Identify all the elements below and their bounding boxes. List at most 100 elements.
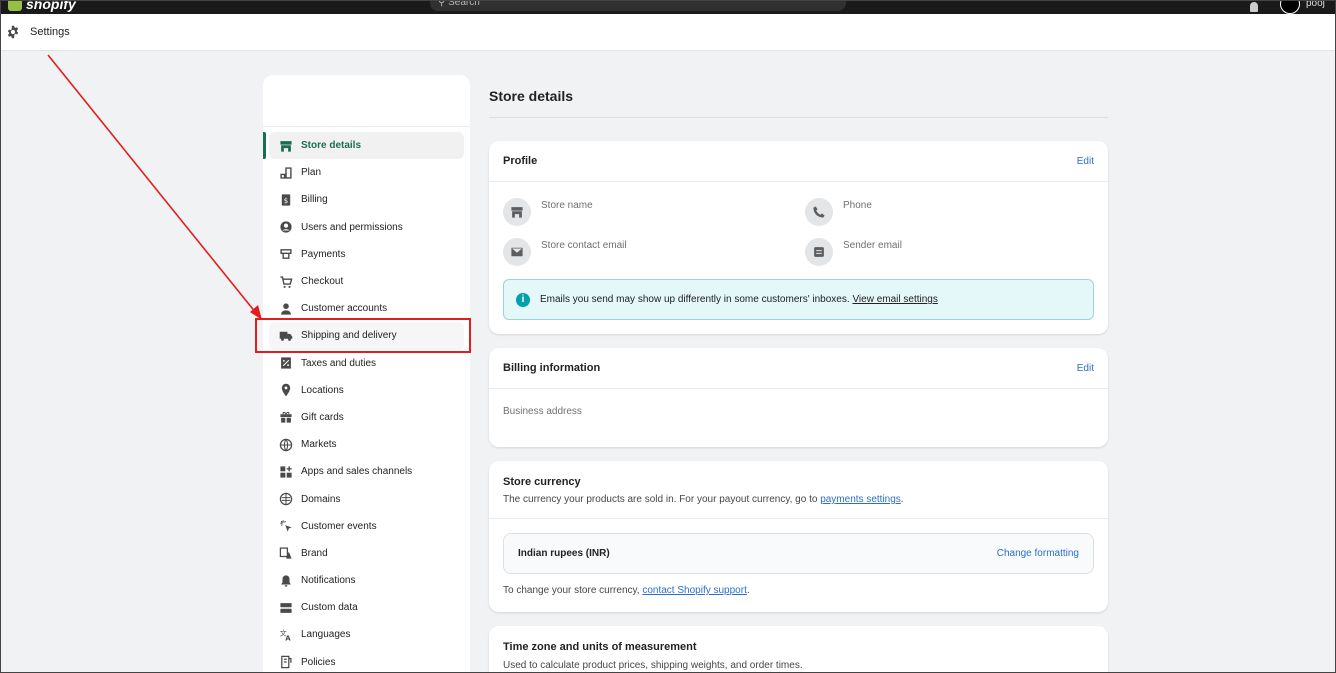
phone-icon [805, 198, 833, 226]
nav-item-customer-events[interactable]: Customer events [269, 513, 464, 540]
nav-item-notifications[interactable]: Notifications [269, 567, 464, 594]
currency-value: Indian rupees (INR) [518, 548, 610, 559]
nav-label: Billing [301, 194, 328, 206]
billing-edit-link[interactable]: Edit [1077, 363, 1094, 374]
cursor-sparkle-icon [279, 519, 293, 533]
timezone-card: Time zone and units of measurement Used … [489, 626, 1108, 673]
nav-label: Locations [301, 384, 344, 396]
nav-item-payments[interactable]: Payments [269, 241, 464, 268]
nav-item-brand[interactable]: Brand [269, 540, 464, 567]
change-formatting-button[interactable]: Change formatting [997, 548, 1079, 559]
contact-email-label: Store contact email [541, 240, 627, 251]
nav-label: Store details [301, 140, 362, 152]
currency-footer-suffix: . [746, 585, 750, 596]
search-placeholder: Search [448, 0, 480, 8]
nav-item-users-and-permissions[interactable]: Users and permissions [269, 214, 464, 241]
nav-label: Apps and sales channels [301, 466, 413, 478]
nav-item-apps-and-sales-channels[interactable]: Apps and sales channels [269, 458, 464, 485]
billing-icon: $ [279, 193, 293, 207]
nav-item-store-details[interactable]: Store details [263, 132, 464, 160]
view-email-settings-link[interactable]: View email settings [852, 294, 937, 305]
nav-item-billing[interactable]: $ Billing [269, 186, 464, 213]
settings-nav-header [263, 75, 470, 127]
nav-item-locations[interactable]: Locations [269, 377, 464, 404]
bell-icon [279, 574, 293, 588]
settings-nav: Store details Plan $ Billing Users and p… [263, 75, 470, 673]
info-icon: i [516, 292, 530, 307]
currency-desc-text: The currency your products are sold in. … [503, 494, 818, 505]
nav-item-plan[interactable]: Plan [269, 159, 464, 186]
bell-icon[interactable] [1250, 2, 1258, 12]
annotation-highlight-box [255, 318, 471, 353]
svg-text:$: $ [284, 197, 288, 205]
email-info-banner: i Emails you send may show up differentl… [503, 279, 1094, 320]
nav-item-policies[interactable]: Policies [269, 649, 464, 673]
contact-email-field: Store contact email [503, 238, 627, 266]
envelope-icon [503, 238, 531, 266]
profile-fields: Store name Phone Store contact email Sen… [489, 182, 1108, 274]
profile-edit-link[interactable]: Edit [1077, 156, 1094, 167]
profile-card: Profile Edit Store name Phone Store cont… [489, 141, 1108, 334]
plan-icon [279, 166, 293, 180]
banner-message: Emails you send may show up differently … [540, 294, 850, 305]
store-name-field: Store name [503, 198, 593, 226]
domain-globe-icon [279, 492, 293, 506]
nav-label: Policies [301, 656, 336, 668]
shopify-logo-text: shopify [26, 0, 76, 12]
shopify-topbar: shopify ⚲ Search pooj [0, 0, 1336, 14]
shopify-logo[interactable]: shopify [8, 0, 76, 12]
brand-icon [279, 546, 293, 560]
nav-label: Markets [301, 439, 337, 451]
currency-divider [489, 518, 1108, 519]
sender-email-label: Sender email [843, 240, 902, 251]
contact-support-link[interactable]: contact Shopify support [642, 585, 747, 596]
nav-label: Gift cards [301, 411, 344, 423]
nav-item-taxes-and-duties[interactable]: Taxes and duties [269, 350, 464, 377]
avatar[interactable] [1280, 0, 1300, 14]
banner-text: Emails you send may show up differently … [540, 294, 938, 305]
currency-title: Store currency [503, 476, 581, 488]
shopify-bag-icon [8, 0, 22, 11]
gear-icon [7, 25, 19, 39]
business-address-label: Business address [503, 406, 582, 417]
translate-icon: 文A [279, 628, 293, 642]
nav-label: Plan [301, 167, 322, 179]
profile-card-header: Profile Edit [489, 141, 1108, 182]
currency-description: The currency your products are sold in. … [503, 494, 904, 505]
billing-card-header: Billing information Edit [489, 348, 1108, 389]
sender-icon [805, 238, 833, 266]
currency-box: Indian rupees (INR) Change formatting [503, 533, 1094, 574]
nav-item-checkout[interactable]: Checkout [269, 268, 464, 295]
nav-item-markets[interactable]: Markets [269, 431, 464, 458]
nav-label: Custom data [301, 602, 358, 614]
nav-item-domains[interactable]: Domains [269, 485, 464, 512]
nav-label: Taxes and duties [301, 357, 377, 369]
phone-field: Phone [805, 198, 872, 226]
gift-icon [279, 410, 293, 424]
currency-footer-text: To change your store currency, [503, 585, 640, 596]
nav-label: Brand [301, 547, 328, 559]
cart-icon [279, 275, 293, 289]
nav-label: Checkout [301, 276, 344, 288]
nav-label: Notifications [301, 575, 356, 587]
payments-icon [279, 247, 293, 261]
location-pin-icon [279, 383, 293, 397]
phone-label: Phone [843, 200, 872, 211]
sender-email-field: Sender email [805, 238, 902, 266]
nav-item-custom-data[interactable]: Custom data [269, 594, 464, 621]
store-name-label: Store name [541, 200, 593, 211]
nav-item-gift-cards[interactable]: Gift cards [269, 404, 464, 431]
global-search-input[interactable]: ⚲ Search [430, 0, 846, 11]
page-title: Store details [489, 75, 1108, 118]
nav-item-languages[interactable]: 文A Languages [269, 621, 464, 648]
person-icon [279, 302, 293, 316]
timezone-description: Used to calculate product prices, shippi… [503, 660, 803, 671]
user-name[interactable]: pooj [1306, 0, 1325, 9]
user-circle-icon [279, 220, 293, 234]
store-icon [503, 198, 531, 226]
nav-label: Customer accounts [301, 303, 388, 315]
svg-text:A: A [285, 635, 291, 642]
nav-label: Domains [301, 493, 341, 505]
search-icon: ⚲ [438, 0, 449, 8]
payments-settings-link[interactable]: payments settings [820, 494, 901, 505]
